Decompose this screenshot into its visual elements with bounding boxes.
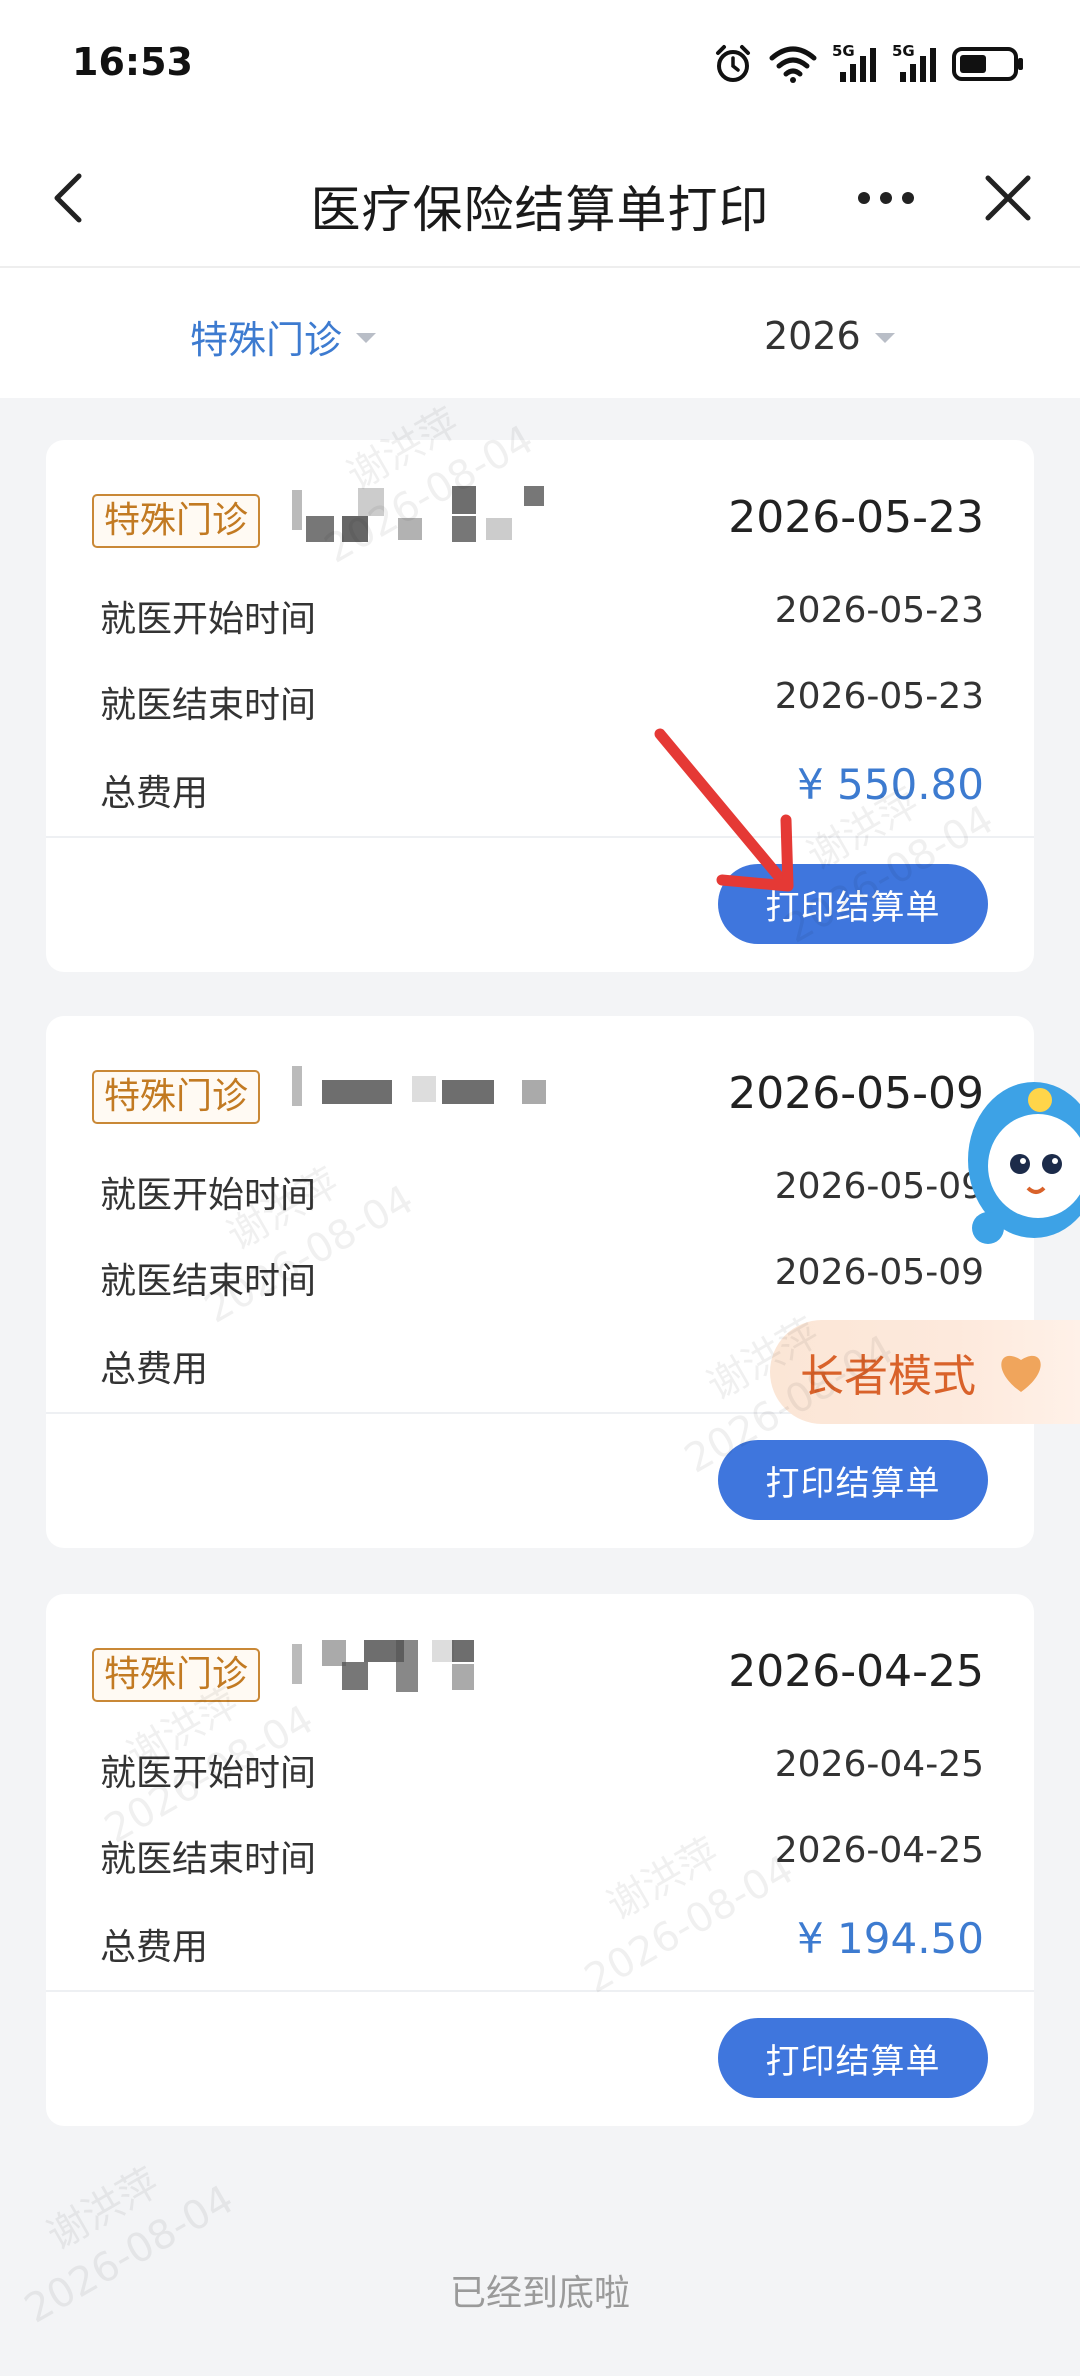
mascot-assistant-icon[interactable] <box>948 1060 1080 1250</box>
print-settlement-button[interactable]: 打印结算单 <box>718 2018 988 2098</box>
card-divider <box>46 1990 1034 1992</box>
red-arrow-annotation <box>654 728 794 892</box>
end-time-row: 就医结束时间 2026-05-09 <box>100 1252 984 1302</box>
filter-bar: 特殊门诊 2026 <box>0 268 1080 398</box>
card-header: 特殊门诊 2026-05-09 <box>92 1066 984 1124</box>
filter-year-dropdown[interactable]: 2026 <box>764 308 895 364</box>
end-time-value: 2026-04-25 <box>774 1830 984 1871</box>
elder-mode-label: 长者模式 <box>800 1351 976 1402</box>
end-time-row: 就医结束时间 2026-05-23 <box>100 676 984 726</box>
card-date: 2026-04-25 <box>728 1646 984 1697</box>
status-icons: 5G 5G <box>712 40 1024 88</box>
start-time-row: 就医开始时间 2026-05-23 <box>100 590 984 640</box>
total-cost-label: 总费用 <box>100 1349 209 1390</box>
start-time-row: 就医开始时间 2026-04-25 <box>100 1744 984 1794</box>
end-time-label: 就医结束时间 <box>100 685 317 726</box>
wifi-icon <box>769 46 817 83</box>
card-header: 特殊门诊 2026-05-23 <box>92 486 984 548</box>
status-time: 16:53 <box>72 40 193 84</box>
nav-bar: 医疗保险结算单打印 <box>0 130 1080 268</box>
status-bar: 16:53 5G 5G <box>0 0 1080 130</box>
settlement-card: 特殊门诊 2026-05-09 就医开始时间 2026-05-09 就医结束时间… <box>46 1016 1034 1548</box>
elder-mode-button[interactable]: 长者模式 <box>770 1320 1080 1424</box>
close-icon <box>985 175 1031 221</box>
blurred-patient-name <box>292 1062 552 1126</box>
settlement-card: 特殊门诊 2026-05-23 就医开始时间 2026-05-23 就医结束时间… <box>46 440 1034 972</box>
start-time-value: 2026-05-23 <box>774 590 984 631</box>
blurred-patient-name <box>292 1640 552 1704</box>
total-cost-value: ¥ 194.50 <box>796 1914 984 1963</box>
total-cost-row: 总费用 ¥ 550.80 <box>100 760 984 814</box>
signal-5g-icon-1: 5G <box>832 42 878 86</box>
start-time-value: 2026-04-25 <box>774 1744 984 1785</box>
start-time-label: 就医开始时间 <box>100 599 317 640</box>
end-time-label: 就医结束时间 <box>100 1839 317 1880</box>
alarm-icon <box>716 45 750 82</box>
more-button[interactable] <box>850 170 922 226</box>
caret-down-icon <box>356 333 377 343</box>
card-date: 2026-05-23 <box>728 492 984 543</box>
blurred-patient-name <box>292 486 552 550</box>
end-time-value: 2026-05-09 <box>774 1252 984 1293</box>
heart-icon <box>1001 1355 1041 1392</box>
filter-type-dropdown[interactable]: 特殊门诊 <box>190 308 377 364</box>
caret-down-icon <box>874 333 895 343</box>
total-cost-value: ¥ 550.80 <box>796 760 984 809</box>
signal-5g-icon-2: 5G <box>892 42 938 86</box>
end-time-value: 2026-05-23 <box>774 676 984 717</box>
start-time-label: 就医开始时间 <box>100 1175 317 1216</box>
filter-type-label: 特殊门诊 <box>190 317 343 362</box>
visit-type-badge: 特殊门诊 <box>92 494 261 548</box>
more-dots-icon <box>858 192 914 204</box>
end-time-row: 就医结束时间 2026-04-25 <box>100 1830 984 1880</box>
end-of-list-text: 已经到底啦 <box>449 2273 630 2314</box>
total-cost-row: 总费用 ¥ 194.50 <box>100 1914 984 1968</box>
total-cost-label: 总费用 <box>100 773 209 814</box>
settlement-card: 特殊门诊 2026-04-25 就医开始时间 2026-04-25 就医结束时间… <box>46 1594 1034 2126</box>
start-time-label: 就医开始时间 <box>100 1753 317 1794</box>
end-time-label: 就医结束时间 <box>100 1261 317 1302</box>
card-header: 特殊门诊 2026-04-25 <box>92 1640 984 1702</box>
card-divider <box>46 836 1034 838</box>
start-time-row: 就医开始时间 2026-05-09 <box>100 1166 984 1216</box>
card-date: 2026-05-09 <box>728 1068 984 1119</box>
total-cost-label: 总费用 <box>100 1927 209 1968</box>
print-settlement-button[interactable]: 打印结算单 <box>718 1440 988 1520</box>
filter-year-label: 2026 <box>764 314 861 358</box>
visit-type-badge: 特殊门诊 <box>92 1070 261 1124</box>
close-button[interactable] <box>976 166 1040 230</box>
visit-type-badge: 特殊门诊 <box>92 1648 261 1702</box>
battery-icon <box>952 47 1023 81</box>
